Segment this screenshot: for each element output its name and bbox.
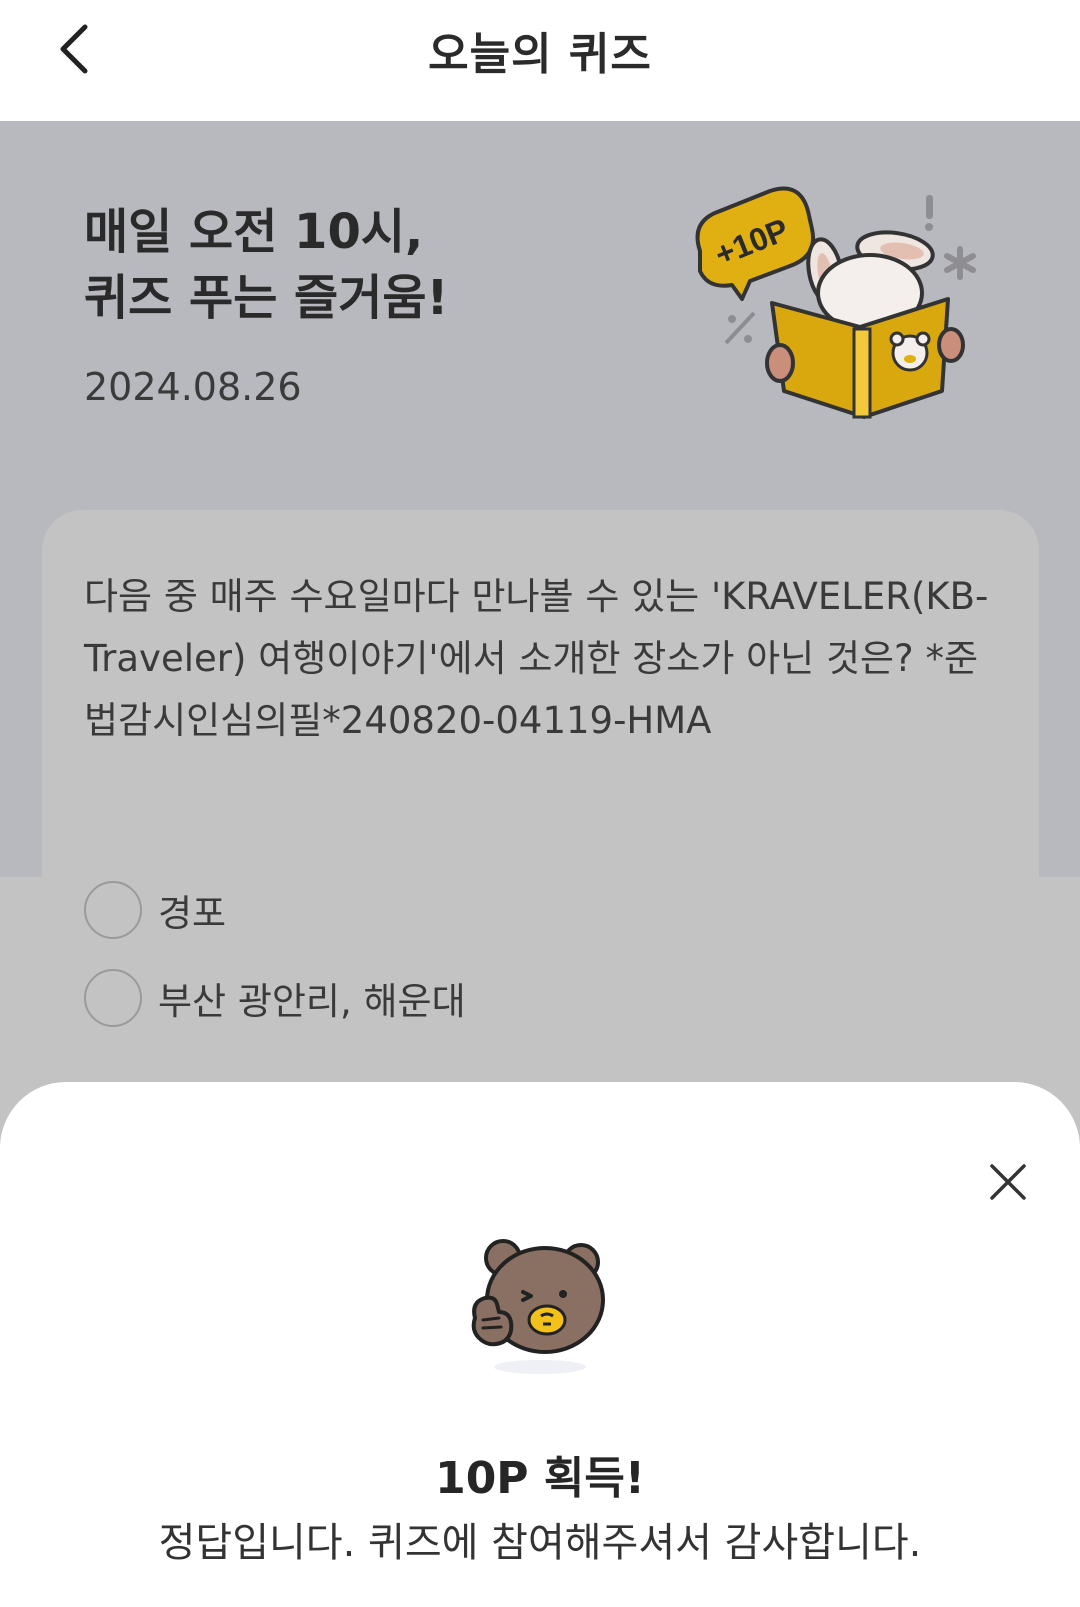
radio-button[interactable]	[84, 881, 142, 939]
rabbit-reading-book-illustration: +10P	[695, 186, 976, 419]
result-message: 정답입니다. 퀴즈에 참여해주셔서 감사합니다.	[158, 1520, 922, 1566]
page-title: 오늘의 퀴즈	[428, 29, 652, 80]
close-icon	[990, 1164, 1026, 1200]
close-button[interactable]	[978, 1152, 1038, 1212]
hero-title-line2: 퀴즈 푸는 즐거움!	[84, 270, 449, 326]
bear-shadow	[494, 1360, 586, 1374]
app-header: 오늘의 퀴즈	[0, 0, 1080, 121]
points-badge: +10P	[695, 186, 815, 301]
hero-title-line1: 매일 오전 10시,	[84, 204, 424, 260]
hero-title: 매일 오전 10시, 퀴즈 푸는 즐거움!	[84, 199, 448, 331]
result-bottom-sheet: 10P 획득! 정답입니다. 퀴즈에 참여해주셔서 감사합니다.	[0, 1082, 1080, 1607]
radio-button[interactable]	[84, 969, 142, 1027]
quiz-card: 다음 중 매주 수요일마다 만나볼 수 있는 'KRAVELER(KB-Trav…	[42, 510, 1039, 1130]
option-label: 경포	[158, 892, 227, 935]
option-label: 부산 광안리, 해운대	[158, 980, 466, 1023]
option-1[interactable]: 경포	[84, 878, 226, 942]
result-title: 10P 획득!	[435, 1453, 645, 1504]
quiz-date: 2024.08.26	[84, 365, 302, 409]
option-2[interactable]: 부산 광안리, 해운대	[84, 966, 466, 1030]
quiz-question: 다음 중 매주 수요일마다 만나볼 수 있는 'KRAVELER(KB-Trav…	[84, 575, 989, 742]
